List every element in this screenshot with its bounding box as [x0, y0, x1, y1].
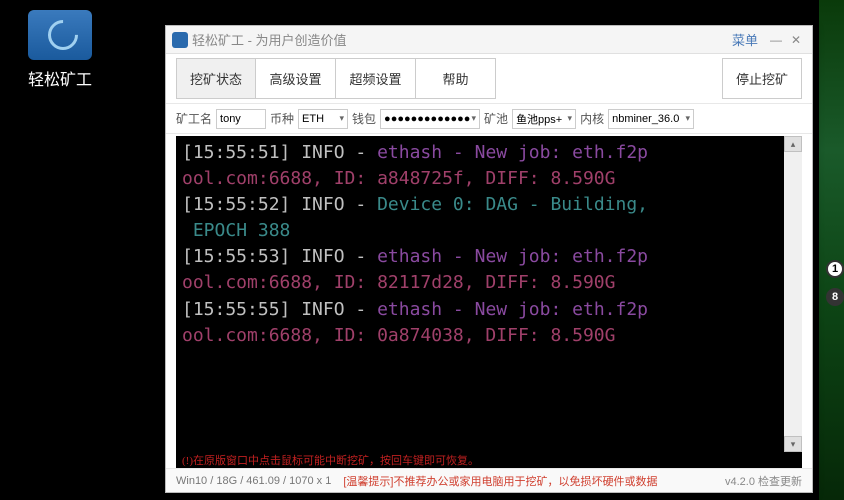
console-area: [15:55:51] INFO - ethash - New job: eth.… — [176, 136, 802, 452]
wallet-select[interactable]: ●●●●●●●●●●●●● — [380, 109, 480, 129]
scrollbar[interactable]: ▴ ▾ — [784, 136, 802, 452]
worker-label: 矿工名 — [176, 110, 212, 127]
coin-select[interactable]: ETH — [298, 109, 348, 129]
tab-advanced-settings[interactable]: 高级设置 — [256, 58, 336, 99]
pool-label: 矿池 — [484, 110, 508, 127]
core-label: 内核 — [580, 110, 604, 127]
pool-select[interactable]: 鱼池pps+ — [512, 109, 576, 129]
version-check-update[interactable]: v4.2.0 检查更新 — [725, 473, 802, 489]
worker-input[interactable] — [216, 109, 266, 129]
tab-help[interactable]: 帮助 — [416, 58, 496, 99]
app-icon — [28, 10, 92, 60]
app-window: 轻松矿工 - 为用户创造价值 菜单 — ✕ 挖矿状态 高级设置 超频设置 帮助 … — [165, 25, 813, 493]
titlebar-app-icon — [172, 32, 188, 48]
desktop-shortcut[interactable]: 轻松矿工 — [15, 10, 105, 90]
tab-overclock-settings[interactable]: 超频设置 — [336, 58, 416, 99]
titlebar: 轻松矿工 - 为用户创造价值 菜单 — ✕ — [166, 26, 812, 54]
core-select[interactable]: nbminer_36.0 — [608, 109, 694, 129]
floating-badges: 1 8 — [826, 260, 844, 306]
status-tip: [温馨提示]不推荐办公或家用电脑用于挖矿，以免损坏硬件或数据 — [343, 473, 657, 489]
close-button[interactable]: ✕ — [786, 31, 806, 49]
coin-label: 币种 — [270, 110, 294, 127]
badge-2[interactable]: 8 — [826, 288, 844, 306]
desktop-icon-label: 轻松矿工 — [15, 66, 105, 90]
stop-mining-button[interactable]: 停止挖矿 — [722, 58, 802, 99]
badge-1[interactable]: 1 — [826, 260, 844, 278]
console-warning: (!)在原版窗口中点击鼠标可能中断挖矿，按回车键即可恢复。 — [176, 452, 802, 468]
toolbar: 挖矿状态 高级设置 超频设置 帮助 停止挖矿 — [166, 54, 812, 104]
tab-mining-status[interactable]: 挖矿状态 — [176, 58, 256, 99]
scroll-up-button[interactable]: ▴ — [784, 136, 802, 152]
system-info: Win10 / 18G / 461.09 / 1070 x 1 — [176, 475, 331, 487]
statusbar: Win10 / 18G / 461.09 / 1070 x 1 [温馨提示]不推… — [166, 468, 812, 492]
scroll-down-button[interactable]: ▾ — [784, 436, 802, 452]
minimize-button[interactable]: — — [766, 31, 786, 49]
menu-button[interactable]: 菜单 — [732, 30, 758, 49]
wallet-label: 钱包 — [352, 110, 376, 127]
window-title: 轻松矿工 - 为用户创造价值 — [192, 30, 732, 49]
scroll-track[interactable] — [784, 152, 802, 436]
console-output: [15:55:51] INFO - ethash - New job: eth.… — [176, 136, 784, 452]
config-row: 矿工名 币种 ETH 钱包 ●●●●●●●●●●●●● 矿池 鱼池pps+ 内核… — [166, 104, 812, 134]
